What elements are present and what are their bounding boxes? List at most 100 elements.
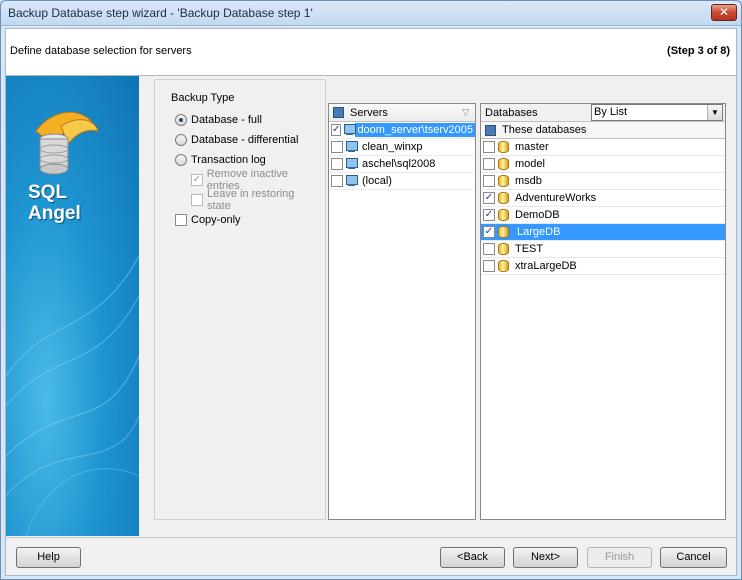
radio-indicator[interactable] [175,134,187,146]
sql-angel-banner: SQL Angel [6,76,139,536]
radio-database-full[interactable]: Database - full [175,112,262,128]
server-checkbox[interactable]: ✓ [331,124,342,136]
database-mode-value: By List [594,106,628,118]
databases-label: Databases [485,106,538,119]
server-name: aschel\sql2008 [362,158,436,170]
database-icon [498,158,509,170]
database-icon [498,192,509,204]
next-button[interactable]: Next> [513,547,578,568]
database-icon [498,226,509,238]
database-checkbox[interactable]: ✓ [483,209,495,221]
filter-icon[interactable]: ▽ [462,107,469,118]
backup-type-title: Backup Type [169,92,237,104]
checkbox-indicator[interactable]: ✓ [191,174,203,186]
database-checkbox[interactable] [483,243,495,255]
checkbox-copy-only[interactable]: Copy-only [175,212,241,228]
help-button[interactable]: Help [16,547,81,568]
server-computer-icon [343,124,357,136]
server-name: doom_server\tserv2005 [355,123,475,137]
back-button[interactable]: <Back [440,547,505,568]
database-name: msdb [515,175,542,187]
database-checkbox[interactable]: ✓ [483,192,495,204]
databases-grid[interactable]: Databases By List ▼ These databases mast… [480,103,726,520]
chevron-down-icon[interactable]: ▼ [707,105,722,120]
database-list: master model msdb ✓ AdventureWorks ✓ DemoDB ✓ La… [481,139,725,275]
database-name: model [515,158,545,170]
wizard-window: Backup Database step wizard - 'Backup Da… [0,0,742,580]
database-name: LargeDB [515,225,563,239]
server-checkbox[interactable] [331,141,343,153]
server-name: (local) [362,175,392,187]
finish-button[interactable]: Finish [587,547,652,568]
checkbox-leave-restoring[interactable]: Leave in restoring state [191,188,321,212]
grid-icon [333,107,344,118]
database-icon [498,260,509,272]
radio-database-differential[interactable]: Database - differential [175,132,298,148]
database-name: TEST [515,243,544,255]
angel-logo-icon [35,111,99,175]
database-checkbox[interactable] [483,158,495,170]
radio-label: Transaction log [191,154,266,166]
server-row[interactable]: clean_winxp [329,139,475,156]
database-name: xtraLargeDB [515,260,577,272]
radio-label: Database - differential [191,134,299,146]
database-checkbox[interactable] [483,175,495,187]
checkbox-label: Leave in restoring state [206,188,295,212]
banner-waves [6,111,139,536]
database-checkbox[interactable] [483,260,495,272]
step-indicator: (Step 3 of 8) [667,45,730,57]
server-checkbox[interactable] [331,175,343,187]
database-name: AdventureWorks [515,192,597,204]
window-title: Backup Database step wizard - 'Backup Da… [8,6,313,20]
database-checkbox[interactable]: ✓ [483,226,495,238]
wizard-client: Define database selection for servers (S… [5,28,737,576]
database-row[interactable]: ✓ LargeDB [481,224,725,241]
title-bar[interactable]: Backup Database step wizard - 'Backup Da… [1,1,741,26]
server-list: ✓ doom_server\tserv2005 clean_winxp aschel\… [329,122,475,190]
radio-indicator[interactable] [175,114,187,126]
logo-text: SQL Angel [28,182,128,224]
database-row[interactable]: master [481,139,725,156]
database-row[interactable]: TEST [481,241,725,258]
logo-line-angel: Angel [28,203,81,224]
checkbox-label: Copy-only [191,214,241,226]
servers-grid[interactable]: Servers ▽ ✓ doom_server\tserv2005 clean_wi… [328,103,476,520]
server-computer-icon [345,141,358,153]
server-checkbox[interactable] [331,158,343,170]
these-databases-label: These databases [502,124,587,136]
server-row[interactable]: ✓ doom_server\tserv2005 [329,122,475,139]
checkbox-remove-inactive[interactable]: ✓ Remove inactive entries [191,168,321,192]
radio-transaction-log[interactable]: Transaction log [175,152,266,168]
database-checkbox[interactable] [483,141,495,153]
wizard-header: Define database selection for servers (S… [6,29,736,76]
grid-icon [485,124,496,136]
backup-options-panel: Backup Type Database - full Database - d… [154,79,326,520]
close-button[interactable]: ✕ [711,4,737,21]
database-row[interactable]: msdb [481,173,725,190]
database-icon [498,209,509,221]
server-computer-icon [345,175,358,187]
cancel-button[interactable]: Cancel [660,547,727,568]
database-name: DemoDB [515,209,560,221]
server-name: clean_winxp [362,141,423,153]
these-databases-header: These databases [481,122,725,139]
database-row[interactable]: model [481,156,725,173]
database-icon [498,175,509,187]
database-name: master [515,141,549,153]
database-row[interactable]: ✓ DemoDB [481,207,725,224]
servers-column-header[interactable]: Servers ▽ [329,104,475,122]
radio-label: Database - full [191,114,262,126]
checkbox-indicator[interactable] [191,194,203,206]
database-mode-select[interactable]: By List ▼ [591,104,723,121]
server-row[interactable]: aschel\sql2008 [329,156,475,173]
database-row[interactable]: ✓ AdventureWorks [481,190,725,207]
checkbox-indicator[interactable] [175,214,187,226]
backup-type-group: Backup Type Database - full Database - d… [161,92,321,518]
database-icon [498,243,509,255]
radio-indicator[interactable] [175,154,187,166]
database-icon [498,141,509,153]
database-row[interactable]: xtraLargeDB [481,258,725,275]
server-computer-icon [345,158,358,170]
logo-line-sql: SQL [28,182,68,203]
server-row[interactable]: (local) [329,173,475,190]
